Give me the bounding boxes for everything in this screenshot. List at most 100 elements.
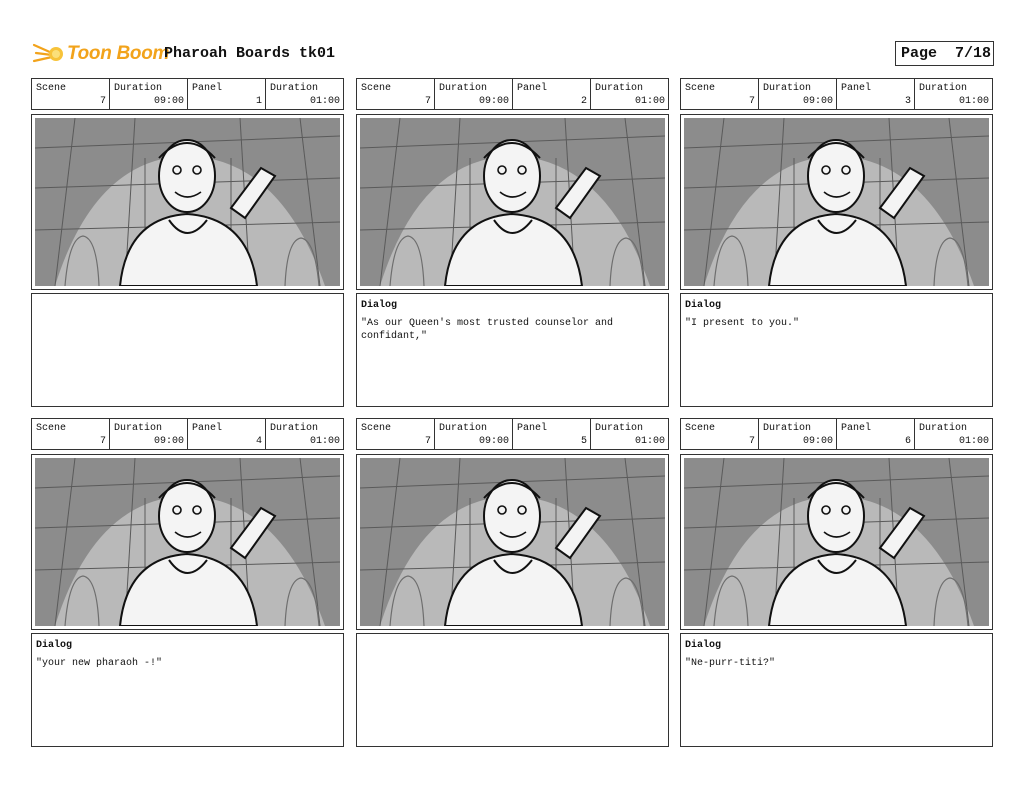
dialog-text: "As our Queen's most trusted counselor a… — [361, 318, 620, 342]
scene-value: 7 — [748, 96, 755, 107]
dialog-notes-box[interactable] — [31, 293, 344, 407]
panel-duration-label: Duration — [270, 423, 319, 434]
scene-duration-label: Duration — [439, 423, 488, 434]
dialog-notes-box[interactable]: Dialog "your new pharaoh -!" — [31, 633, 344, 747]
dialog-text: "your new pharaoh -!" — [36, 658, 163, 669]
scene-value: 7 — [748, 436, 755, 447]
panel-drawing-frame[interactable] — [356, 114, 669, 290]
scene-duration-value: 09:00 — [153, 436, 184, 447]
scene-duration-value: 09:00 — [478, 436, 509, 447]
panel-cell: Panel 1 — [188, 79, 266, 109]
panel-cell: Panel 3 — [837, 79, 915, 109]
scene-label: Scene — [361, 83, 392, 94]
dialog-text: "Ne-purr-titi?" — [685, 658, 776, 669]
panel-label: Panel — [517, 83, 548, 94]
toon-boom-logo: Toon Boom — [32, 38, 169, 70]
panel-value: 1 — [255, 96, 262, 107]
panel-cell: Panel 6 — [837, 419, 915, 449]
panel-duration-label: Duration — [919, 83, 968, 94]
panel-duration-value: 01:00 — [634, 96, 665, 107]
dialog-notes-box[interactable]: Dialog "I present to you." — [680, 293, 993, 407]
dialog-notes-box[interactable]: Dialog "As our Queen's most trusted coun… — [356, 293, 669, 407]
scene-duration-cell: Duration 09:00 — [435, 79, 513, 109]
page-label: Page — [901, 45, 938, 62]
panel-duration-cell: Duration 01:00 — [591, 79, 668, 109]
panel-duration-cell: Duration 01:00 — [266, 79, 343, 109]
panel-label: Panel — [192, 83, 223, 94]
panel-info-bar: Scene 7 Duration 09:00 Panel 1 Duration … — [31, 78, 344, 110]
panel-drawing-frame[interactable] — [31, 454, 344, 630]
panel-info-bar: Scene 7 Duration 09:00 Panel 3 Duration … — [680, 78, 993, 110]
sketch-image — [684, 458, 989, 626]
panel-duration-label: Duration — [270, 83, 319, 94]
sketch-image — [684, 118, 989, 286]
panel-label: Panel — [192, 423, 223, 434]
panel-duration-cell: Duration 01:00 — [915, 79, 992, 109]
panel-value: 5 — [580, 436, 587, 447]
scene-duration-cell: Duration 09:00 — [110, 419, 188, 449]
scene-duration-label: Duration — [114, 83, 163, 94]
panel-drawing-frame[interactable] — [31, 114, 344, 290]
scene-cell: Scene 7 — [357, 419, 435, 449]
sketch-image — [35, 118, 340, 286]
scene-cell: Scene 7 — [681, 79, 759, 109]
panel-value: 4 — [255, 436, 262, 447]
panel-duration-value: 01:00 — [958, 96, 989, 107]
panel-drawing-frame[interactable] — [680, 454, 993, 630]
logo-text: Toon Boom — [67, 43, 170, 64]
sun-swoosh-icon — [32, 43, 63, 63]
scene-value: 7 — [424, 436, 431, 447]
panel-duration-label: Duration — [595, 83, 644, 94]
scene-cell: Scene 7 — [681, 419, 759, 449]
panel-cell: Panel 5 — [513, 419, 591, 449]
scene-label: Scene — [36, 423, 67, 434]
panel-duration-cell: Duration 01:00 — [915, 419, 992, 449]
sketch-image — [360, 118, 665, 286]
panel-value: 3 — [904, 96, 911, 107]
scene-cell: Scene 7 — [32, 419, 110, 449]
panel-info-bar: Scene 7 Duration 09:00 Panel 6 Duration … — [680, 418, 993, 450]
panel-cell: Panel 2 — [513, 79, 591, 109]
scene-label: Scene — [361, 423, 392, 434]
dialog-label: Dialog — [36, 640, 73, 651]
scene-duration-cell: Duration 09:00 — [110, 79, 188, 109]
scene-duration-label: Duration — [763, 423, 812, 434]
scene-duration-label: Duration — [763, 83, 812, 94]
sketch-image — [360, 458, 665, 626]
panel-duration-cell: Duration 01:00 — [266, 419, 343, 449]
sketch-image — [35, 458, 340, 626]
panel-label: Panel — [841, 423, 872, 434]
panel-drawing-frame[interactable] — [680, 114, 993, 290]
panel-duration-cell: Duration 01:00 — [591, 419, 668, 449]
page-indicator: Page 7/18 — [895, 41, 994, 66]
panel-duration-value: 01:00 — [309, 96, 340, 107]
panel-label: Panel — [517, 423, 548, 434]
scene-label: Scene — [685, 83, 716, 94]
scene-value: 7 — [424, 96, 431, 107]
dialog-notes-box[interactable] — [356, 633, 669, 747]
project-title: Pharoah Boards tk01 — [164, 45, 336, 62]
storyboard-header: Toon Boom Pharoah Boards tk01 Page 7/18 — [32, 38, 994, 70]
dialog-label: Dialog — [361, 300, 398, 311]
panel-duration-value: 01:00 — [309, 436, 340, 447]
panel-value: 6 — [904, 436, 911, 447]
scene-duration-value: 09:00 — [153, 96, 184, 107]
scene-duration-value: 09:00 — [478, 96, 509, 107]
scene-duration-label: Duration — [439, 83, 488, 94]
dialog-notes-box[interactable]: Dialog "Ne-purr-titi?" — [680, 633, 993, 747]
scene-duration-label: Duration — [114, 423, 163, 434]
scene-duration-cell: Duration 09:00 — [759, 419, 837, 449]
dialog-text: "I present to you." — [685, 318, 800, 329]
scene-cell: Scene 7 — [32, 79, 110, 109]
panel-value: 2 — [580, 96, 587, 107]
panel-info-bar: Scene 7 Duration 09:00 Panel 2 Duration … — [356, 78, 669, 110]
panel-label: Panel — [841, 83, 872, 94]
page-number: 7/18 — [955, 45, 992, 62]
scene-value: 7 — [99, 96, 106, 107]
scene-duration-value: 09:00 — [802, 436, 833, 447]
scene-value: 7 — [99, 436, 106, 447]
panel-info-bar: Scene 7 Duration 09:00 Panel 5 Duration … — [356, 418, 669, 450]
scene-label: Scene — [685, 423, 716, 434]
dialog-label: Dialog — [685, 300, 722, 311]
panel-drawing-frame[interactable] — [356, 454, 669, 630]
